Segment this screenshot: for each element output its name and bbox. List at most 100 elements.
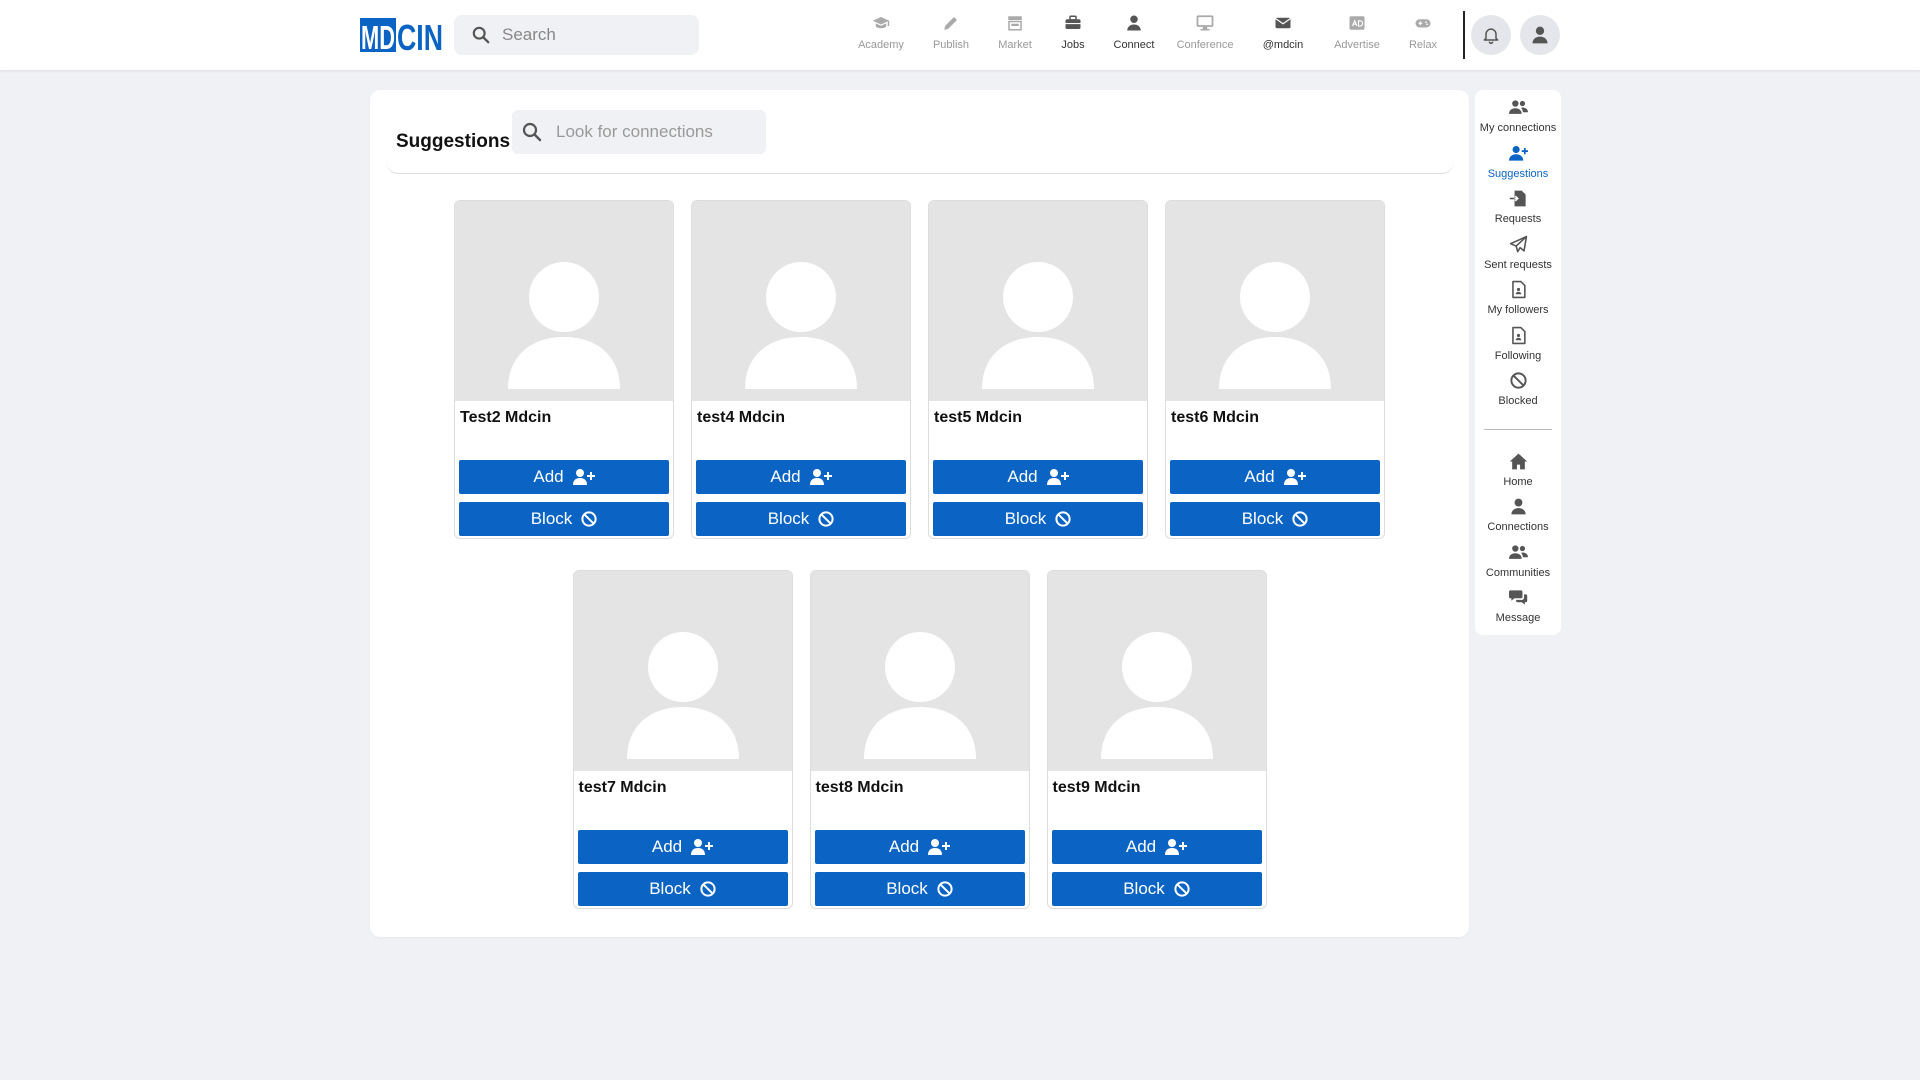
nav-academy[interactable]: Academy [846, 14, 916, 56]
add-label: Add [1007, 467, 1038, 486]
suggestions-panel: Suggestions Test2 Mdcin Add Block test4 … [370, 90, 1469, 937]
top-search-input[interactable] [502, 25, 682, 45]
suggestion-card: test9 Mdcin Add Block [1046, 570, 1267, 909]
suggestion-card: test5 Mdcin Add Block [928, 200, 1148, 539]
person-name[interactable]: test7 Mdcin [579, 779, 667, 797]
sidebar-divider [1484, 429, 1552, 430]
sidebar-item-suggestions[interactable]: Suggestions [1475, 144, 1561, 180]
user-plus-icon [1165, 839, 1188, 855]
profile-photo[interactable] [573, 571, 792, 771]
add-connection-button[interactable]: Add [1051, 830, 1262, 864]
home-icon [1509, 453, 1527, 470]
briefcase-icon [1065, 15, 1081, 29]
profile-photo[interactable] [692, 201, 910, 401]
connections-search-input[interactable] [556, 122, 756, 142]
ban-icon [700, 881, 716, 897]
add-connection-button[interactable]: Add [577, 830, 788, 864]
top-search-box[interactable] [454, 15, 699, 55]
user-plus-icon [928, 839, 951, 855]
monitor-icon [1196, 15, 1214, 31]
user-icon [1127, 15, 1141, 31]
user-plus-icon [1508, 145, 1528, 161]
sidebar-item-my-connections[interactable]: My connections [1475, 98, 1561, 134]
sidebar-item-label: Sent requests [1484, 259, 1552, 271]
add-label: Add [888, 837, 920, 856]
sidebar-item-blocked[interactable]: Blocked [1475, 371, 1561, 407]
nav-label: Academy [858, 39, 904, 51]
add-label: Add [533, 467, 564, 486]
sidebar-item-sent-requests[interactable]: Sent requests [1475, 235, 1561, 271]
sidebar-item-message[interactable]: Message [1475, 588, 1561, 624]
person-name[interactable]: test4 Mdcin [697, 409, 785, 427]
person-name[interactable]: test5 Mdcin [934, 409, 1022, 427]
person-name[interactable]: Test2 Mdcin [460, 409, 551, 427]
sidebar-item-label: Communities [1485, 567, 1551, 579]
nav-publish[interactable]: Publish [916, 14, 986, 56]
nav-connect[interactable]: Connect [1102, 14, 1166, 56]
user-plus-icon [1046, 469, 1069, 485]
profile-photo[interactable] [929, 201, 1147, 401]
add-connection-button[interactable]: Add [814, 830, 1025, 864]
sidebar-item-my-followers[interactable]: My followers [1475, 280, 1561, 316]
logo-icon: MD CIN [360, 17, 443, 54]
nav-market[interactable]: Market [986, 14, 1044, 56]
nav-label: Publish [932, 39, 970, 51]
sidebar-item-following[interactable]: Following [1475, 326, 1561, 362]
nav-label: @mdcin [1262, 39, 1304, 51]
block-button[interactable]: Block [814, 872, 1025, 906]
nav-label: Advertise [1334, 39, 1380, 51]
connections-search-box[interactable] [512, 110, 766, 154]
ban-icon [1509, 372, 1527, 389]
profile-photo[interactable] [1047, 571, 1266, 771]
add-connection-button[interactable]: Add [696, 460, 906, 494]
file-user-icon [1511, 280, 1526, 299]
person-name[interactable]: test6 Mdcin [1171, 409, 1259, 427]
nav-divider [1463, 11, 1465, 59]
store-icon [1008, 16, 1022, 31]
suggestion-card: test7 Mdcin Add Block [572, 570, 793, 909]
gamepad-icon [1415, 19, 1431, 28]
nav-conference[interactable]: Conference [1166, 14, 1244, 56]
block-button[interactable]: Block [933, 502, 1143, 536]
profile-photo[interactable] [810, 571, 1029, 771]
sidebar-item-label: Blocked [1498, 395, 1538, 407]
sidebar-item-label: Following [1494, 350, 1542, 362]
nav-advertise[interactable]: Advertise [1322, 14, 1392, 56]
avatar-placeholder-icon [626, 632, 739, 759]
users-icon [1508, 100, 1528, 114]
profile-photo[interactable] [455, 201, 673, 401]
person-name[interactable]: test9 Mdcin [1053, 779, 1141, 797]
sidebar-item-communities[interactable]: Communities [1475, 543, 1561, 579]
block-label: Block [1123, 879, 1165, 898]
person-name[interactable]: test8 Mdcin [816, 779, 904, 797]
nav-mdcin-mail[interactable]: @mdcin [1244, 14, 1322, 56]
profile-photo[interactable] [1166, 201, 1384, 401]
nav-jobs[interactable]: Jobs [1044, 14, 1102, 56]
nav-relax[interactable]: Relax [1392, 14, 1454, 56]
mdcin-logo[interactable]: MD CIN [360, 16, 444, 54]
block-button[interactable]: Block [577, 872, 788, 906]
notifications-button[interactable] [1471, 15, 1511, 55]
user-plus-icon [572, 469, 595, 485]
graduation-cap-icon [872, 17, 890, 29]
sidebar-item-home[interactable]: Home [1475, 452, 1561, 488]
sidebar-item-connections[interactable]: Connections [1475, 497, 1561, 533]
block-button[interactable]: Block [1051, 872, 1262, 906]
block-button[interactable]: Block [696, 502, 906, 536]
sidebar-item-requests[interactable]: Requests [1475, 189, 1561, 225]
add-label: Add [1244, 467, 1275, 486]
block-button[interactable]: Block [1170, 502, 1380, 536]
add-connection-button[interactable]: Add [459, 460, 669, 494]
block-button[interactable]: Block [459, 502, 669, 536]
envelope-icon [1275, 17, 1291, 29]
suggestion-card: test4 Mdcin Add Block [691, 200, 911, 539]
suggestion-card: test8 Mdcin Add Block [809, 570, 1030, 909]
add-connection-button[interactable]: Add [933, 460, 1143, 494]
sidebar-item-label: Requests [1494, 213, 1542, 225]
add-connection-button[interactable]: Add [1170, 460, 1380, 494]
block-label: Block [530, 509, 573, 528]
top-nav: Academy Publish Market Jobs Connect Conf… [846, 14, 1454, 56]
ad-icon [1349, 16, 1365, 30]
profile-button[interactable] [1520, 15, 1560, 55]
ban-icon [937, 881, 953, 897]
